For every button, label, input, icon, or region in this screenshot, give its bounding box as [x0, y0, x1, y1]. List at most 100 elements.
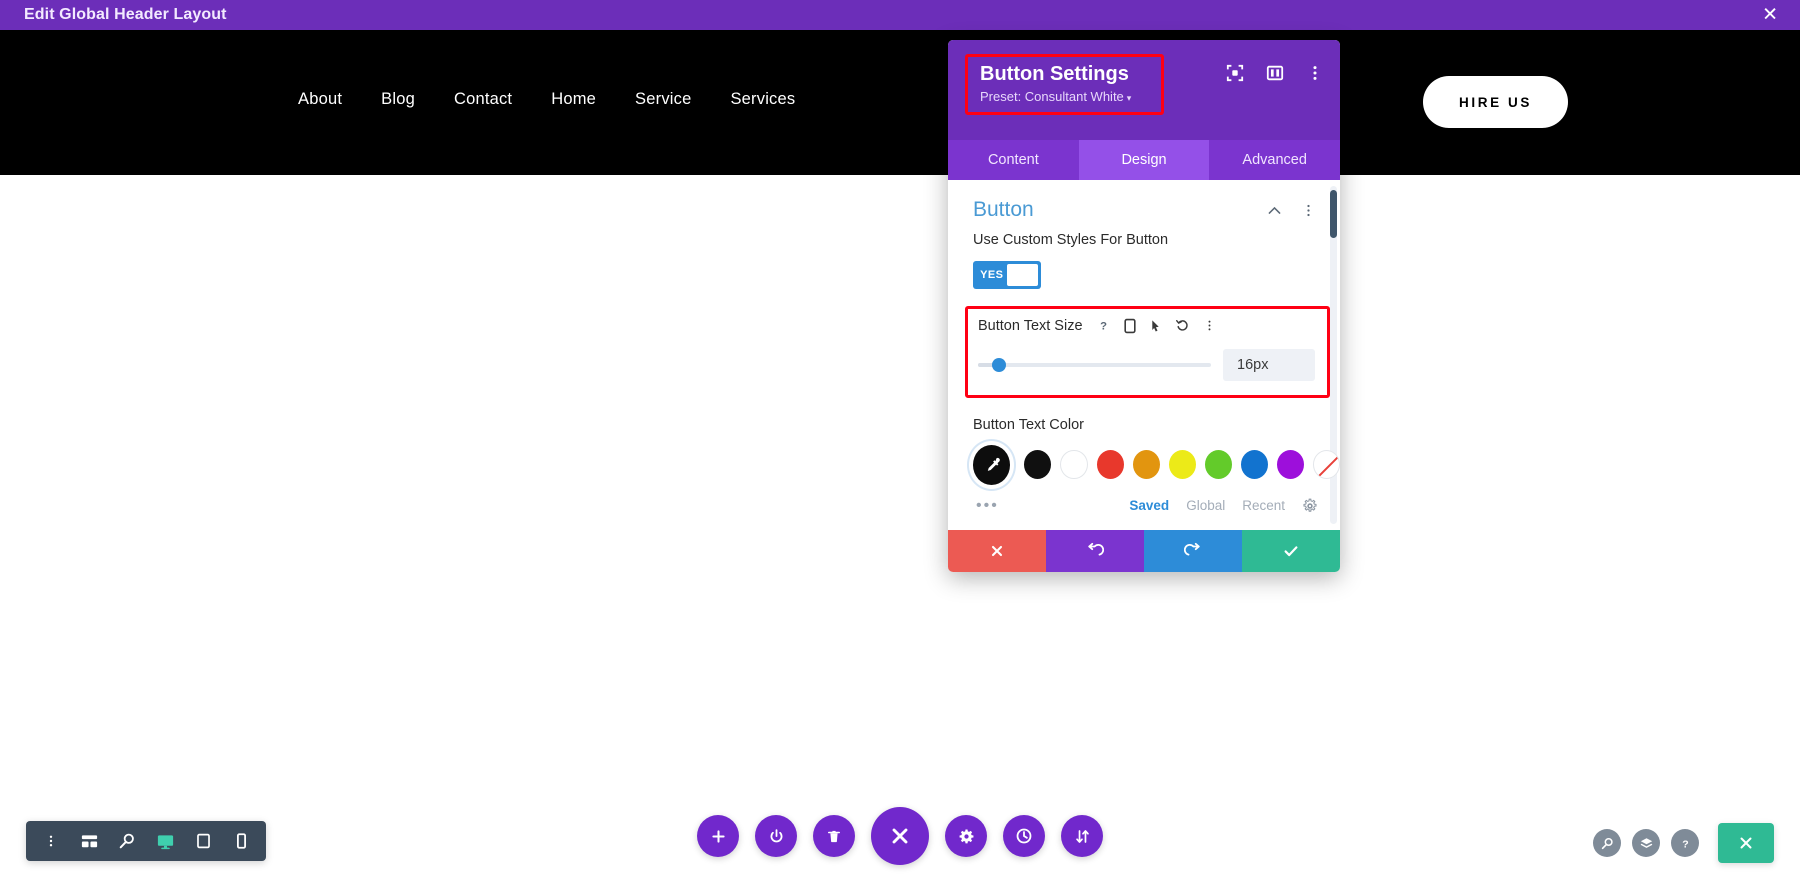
scrollbar-thumb[interactable]: [1330, 190, 1337, 238]
swatch-black[interactable]: [1024, 450, 1052, 480]
custom-styles-field: Use Custom Styles For Button YES: [948, 232, 1340, 289]
text-size-slider-row: 16px: [978, 348, 1315, 381]
power-icon[interactable]: [755, 815, 797, 857]
swatch-orange[interactable]: [1132, 450, 1160, 480]
section-title: Button: [973, 198, 1034, 221]
gear-icon[interactable]: [1302, 498, 1318, 514]
custom-styles-toggle[interactable]: YES: [973, 260, 1041, 289]
admin-bar-title: Edit Global Header Layout: [24, 6, 227, 23]
text-size-input[interactable]: 16px: [1223, 348, 1315, 381]
swatch-blue[interactable]: [1240, 450, 1268, 480]
swatch-green[interactable]: [1204, 450, 1232, 480]
modal-title-highlight: Button Settings Preset: Consultant White…: [965, 54, 1165, 115]
tablet-icon[interactable]: [184, 821, 222, 861]
custom-styles-label: Use Custom Styles For Button: [973, 232, 1169, 248]
more-vertical-icon[interactable]: [1306, 64, 1324, 82]
exit-builder-button[interactable]: [1718, 823, 1774, 863]
add-icon[interactable]: [697, 815, 739, 857]
button-text-size-label: Button Text Size: [978, 317, 1083, 334]
sort-icon[interactable]: [1061, 815, 1103, 857]
zoom-icon[interactable]: [1593, 829, 1621, 857]
bottom-right-toolbar: ?: [1593, 823, 1774, 863]
more-colors-button[interactable]: •••: [976, 497, 999, 515]
color-swatch-row: [948, 433, 1340, 485]
button-text-color-label: Button Text Color: [973, 416, 1084, 433]
preset-label: Preset: Consultant White: [980, 89, 1124, 104]
button-settings-modal: Button Settings Preset: Consultant White…: [948, 40, 1340, 572]
wireframe-icon[interactable]: [70, 821, 108, 861]
nav-item-contact[interactable]: Contact: [454, 90, 512, 109]
layers-icon[interactable]: [1632, 829, 1660, 857]
nav-item-services[interactable]: Services: [730, 90, 795, 109]
svg-text:?: ?: [1100, 320, 1107, 332]
swatch-white[interactable]: [1060, 450, 1088, 480]
bottom-left-toolbar: [26, 821, 266, 861]
undo-icon: [1088, 542, 1104, 556]
nav-item-service[interactable]: Service: [635, 90, 691, 109]
undo-button[interactable]: [1046, 530, 1144, 572]
palette-tab-recent[interactable]: Recent: [1242, 498, 1285, 513]
swatch-red[interactable]: [1096, 450, 1124, 480]
eyedropper-icon[interactable]: [973, 444, 1011, 485]
tab-content[interactable]: Content: [948, 140, 1079, 180]
swatch-purple[interactable]: [1276, 450, 1304, 480]
modal-header-icons: [1226, 64, 1324, 82]
palette-tab-global[interactable]: Global: [1186, 498, 1225, 513]
help-icon[interactable]: ?: [1096, 318, 1111, 333]
admin-bar: Edit Global Header Layout ✕: [0, 0, 1800, 30]
mobile-icon[interactable]: [1123, 318, 1136, 334]
tab-design[interactable]: Design: [1078, 140, 1210, 180]
builder-stage: Edit Global Header Layout ✕ About Blog C…: [0, 0, 1800, 885]
modal-body: Button Use Custom Styles For Button YES: [948, 180, 1340, 530]
redo-button[interactable]: [1144, 530, 1242, 572]
help-icon[interactable]: ?: [1671, 829, 1699, 857]
preset-selector[interactable]: Preset: Consultant White ▾: [980, 89, 1131, 104]
more-vertical-icon[interactable]: [1203, 318, 1216, 333]
trash-icon[interactable]: [813, 815, 855, 857]
swatch-yellow[interactable]: [1168, 450, 1196, 480]
text-size-slider[interactable]: [978, 357, 1211, 372]
page-canvas: [0, 175, 1800, 885]
bottom-center-toolbar: [697, 807, 1103, 865]
button-text-size-highlight: Button Text Size ? 16px: [965, 305, 1330, 398]
button-section-header: Button: [948, 180, 1340, 232]
nav-item-home[interactable]: Home: [551, 90, 596, 109]
text-size-label-row: Button Text Size ?: [978, 318, 1315, 334]
desktop-icon[interactable]: [146, 821, 184, 861]
chevron-up-icon[interactable]: [1266, 202, 1283, 219]
close-menu-icon[interactable]: [871, 807, 929, 865]
svg-text:?: ?: [1682, 838, 1688, 850]
palette-footer: ••• Saved Global Recent: [948, 497, 1340, 515]
section-header-icons: [1266, 202, 1316, 219]
modal-action-bar: [948, 530, 1340, 572]
zoom-icon[interactable]: [108, 821, 146, 861]
nav-item-blog[interactable]: Blog: [381, 90, 415, 109]
history-icon[interactable]: [1003, 815, 1045, 857]
cursor-icon[interactable]: [1149, 318, 1162, 334]
tab-advanced[interactable]: Advanced: [1209, 140, 1340, 180]
close-icon: [1740, 837, 1752, 849]
redo-icon: [1184, 542, 1200, 556]
close-icon: [991, 545, 1003, 557]
save-button[interactable]: [1242, 530, 1340, 572]
palette-tab-saved[interactable]: Saved: [1129, 498, 1169, 513]
toggle-knob: [1007, 263, 1038, 286]
check-icon: [1284, 546, 1298, 557]
more-vertical-icon[interactable]: [32, 821, 70, 861]
more-vertical-icon[interactable]: [1301, 202, 1316, 219]
nav-item-about[interactable]: About: [298, 90, 342, 109]
gear-icon[interactable]: [945, 815, 987, 857]
cancel-button[interactable]: [948, 530, 1046, 572]
hire-us-button[interactable]: HIRE US: [1423, 76, 1568, 128]
layout-split-icon[interactable]: [1266, 64, 1284, 82]
phone-icon[interactable]: [222, 821, 260, 861]
close-icon[interactable]: ✕: [1762, 6, 1778, 25]
slider-handle[interactable]: [991, 357, 1006, 372]
chevron-down-icon: ▾: [1126, 93, 1132, 103]
swatch-none[interactable]: [1312, 450, 1340, 480]
palette-tabs: Saved Global Recent: [1129, 498, 1318, 514]
toggle-value: YES: [980, 268, 1004, 281]
reset-icon[interactable]: [1175, 318, 1190, 333]
fullscreen-icon[interactable]: [1226, 64, 1244, 82]
page-title: Button Settings: [980, 63, 1129, 85]
